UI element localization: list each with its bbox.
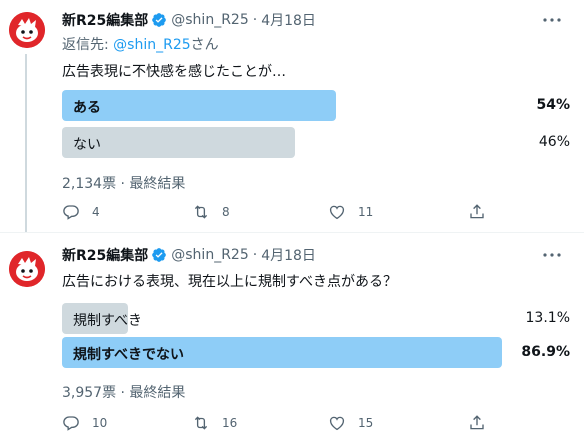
retweet-button[interactable]: 8 [192,203,230,221]
like-button[interactable]: 15 [328,414,373,432]
tweet-text: 広告における表現、現在以上に規制すべき点がある？ [62,274,398,290]
retweet-icon [194,205,208,219]
reply-to-suffix: さん [190,37,219,53]
verified-badge-icon [151,247,167,263]
reply-button[interactable]: 10 [62,414,107,432]
poll-option-percent: 54% [536,97,570,113]
poll-result-summary: 3,957票 · 最終結果 [62,385,186,401]
reply-to-handle-link[interactable]: @shin_R25 [113,37,190,53]
verified-badge-icon [151,12,167,28]
poll-option-percent: 13.1% [525,310,570,326]
poll-result-summary: 2,134票 · 最終結果 [62,176,186,192]
tweet-header: 新R25編集部 @shin_R25 · 4月18日 [62,245,316,265]
share-button[interactable] [468,203,486,221]
author-name[interactable]: 新R25編集部 [62,245,148,265]
thread-connector-line [25,54,27,232]
poll-option-label: 規制すべき [73,313,143,329]
poll-option: ない 46% [62,127,570,158]
poll-option-label: 規制すべきでない [73,347,185,363]
share-button[interactable] [468,414,486,432]
tweet-header: 新R25編集部 @shin_R25 · 4月18日 [62,10,316,30]
reply-count: 10 [92,416,108,430]
poll-option: ある 54% [62,90,570,121]
like-count: 11 [358,205,374,219]
tweet-2[interactable]: 新R25編集部 @shin_R25 · 4月18日 広告における表現、現在以上に… [0,232,584,438]
like-icon [329,416,345,431]
separator-dot: · [252,12,258,28]
more-options-icon[interactable] [542,247,562,263]
poll-option-percent: 46% [538,134,570,150]
author-handle[interactable]: @shin_R25 [171,247,248,263]
reply-icon [63,205,79,220]
avatar[interactable] [9,251,45,287]
r25-logo-icon [9,251,45,287]
author-handle[interactable]: @shin_R25 [171,12,248,28]
reply-to-prefix: 返信先: [62,37,114,53]
poll-option: 規制すべきでない 86.9% [62,337,570,368]
r25-logo-icon [9,12,45,48]
poll-bar [62,90,336,121]
poll-option-percent: 86.9% [521,344,570,360]
tweet-date[interactable]: 4月18日 [261,10,316,30]
avatar[interactable] [9,12,45,48]
poll-option-label: ある [73,100,101,116]
share-icon [470,204,484,219]
poll-option: 規制すべき 13.1% [62,303,570,334]
retweet-count: 8 [222,205,230,219]
reply-count: 4 [92,205,100,219]
tweet-text: 広告表現に不快感を感じたことが… [62,64,286,80]
reply-icon [63,416,79,431]
tweet-1[interactable]: 新R25編集部 @shin_R25 · 4月18日 返信先: @shin_R25… [0,0,584,232]
reply-to-line: 返信先: @shin_R25さん [62,34,219,54]
like-icon [329,205,345,220]
more-options-icon[interactable] [542,12,562,28]
like-button[interactable]: 11 [328,203,373,221]
tweet-date[interactable]: 4月18日 [261,245,316,265]
like-count: 15 [358,416,374,430]
tweet-actions: 4 8 11 [62,203,502,223]
retweet-button[interactable]: 16 [192,414,237,432]
retweet-icon [194,416,208,430]
poll-option-label: ない [73,137,101,153]
tweet-actions: 10 16 15 [62,414,502,434]
retweet-count: 16 [222,416,238,430]
separator-dot: · [252,247,258,263]
share-icon [470,415,484,430]
reply-button[interactable]: 4 [62,203,100,221]
author-name[interactable]: 新R25編集部 [62,10,148,30]
